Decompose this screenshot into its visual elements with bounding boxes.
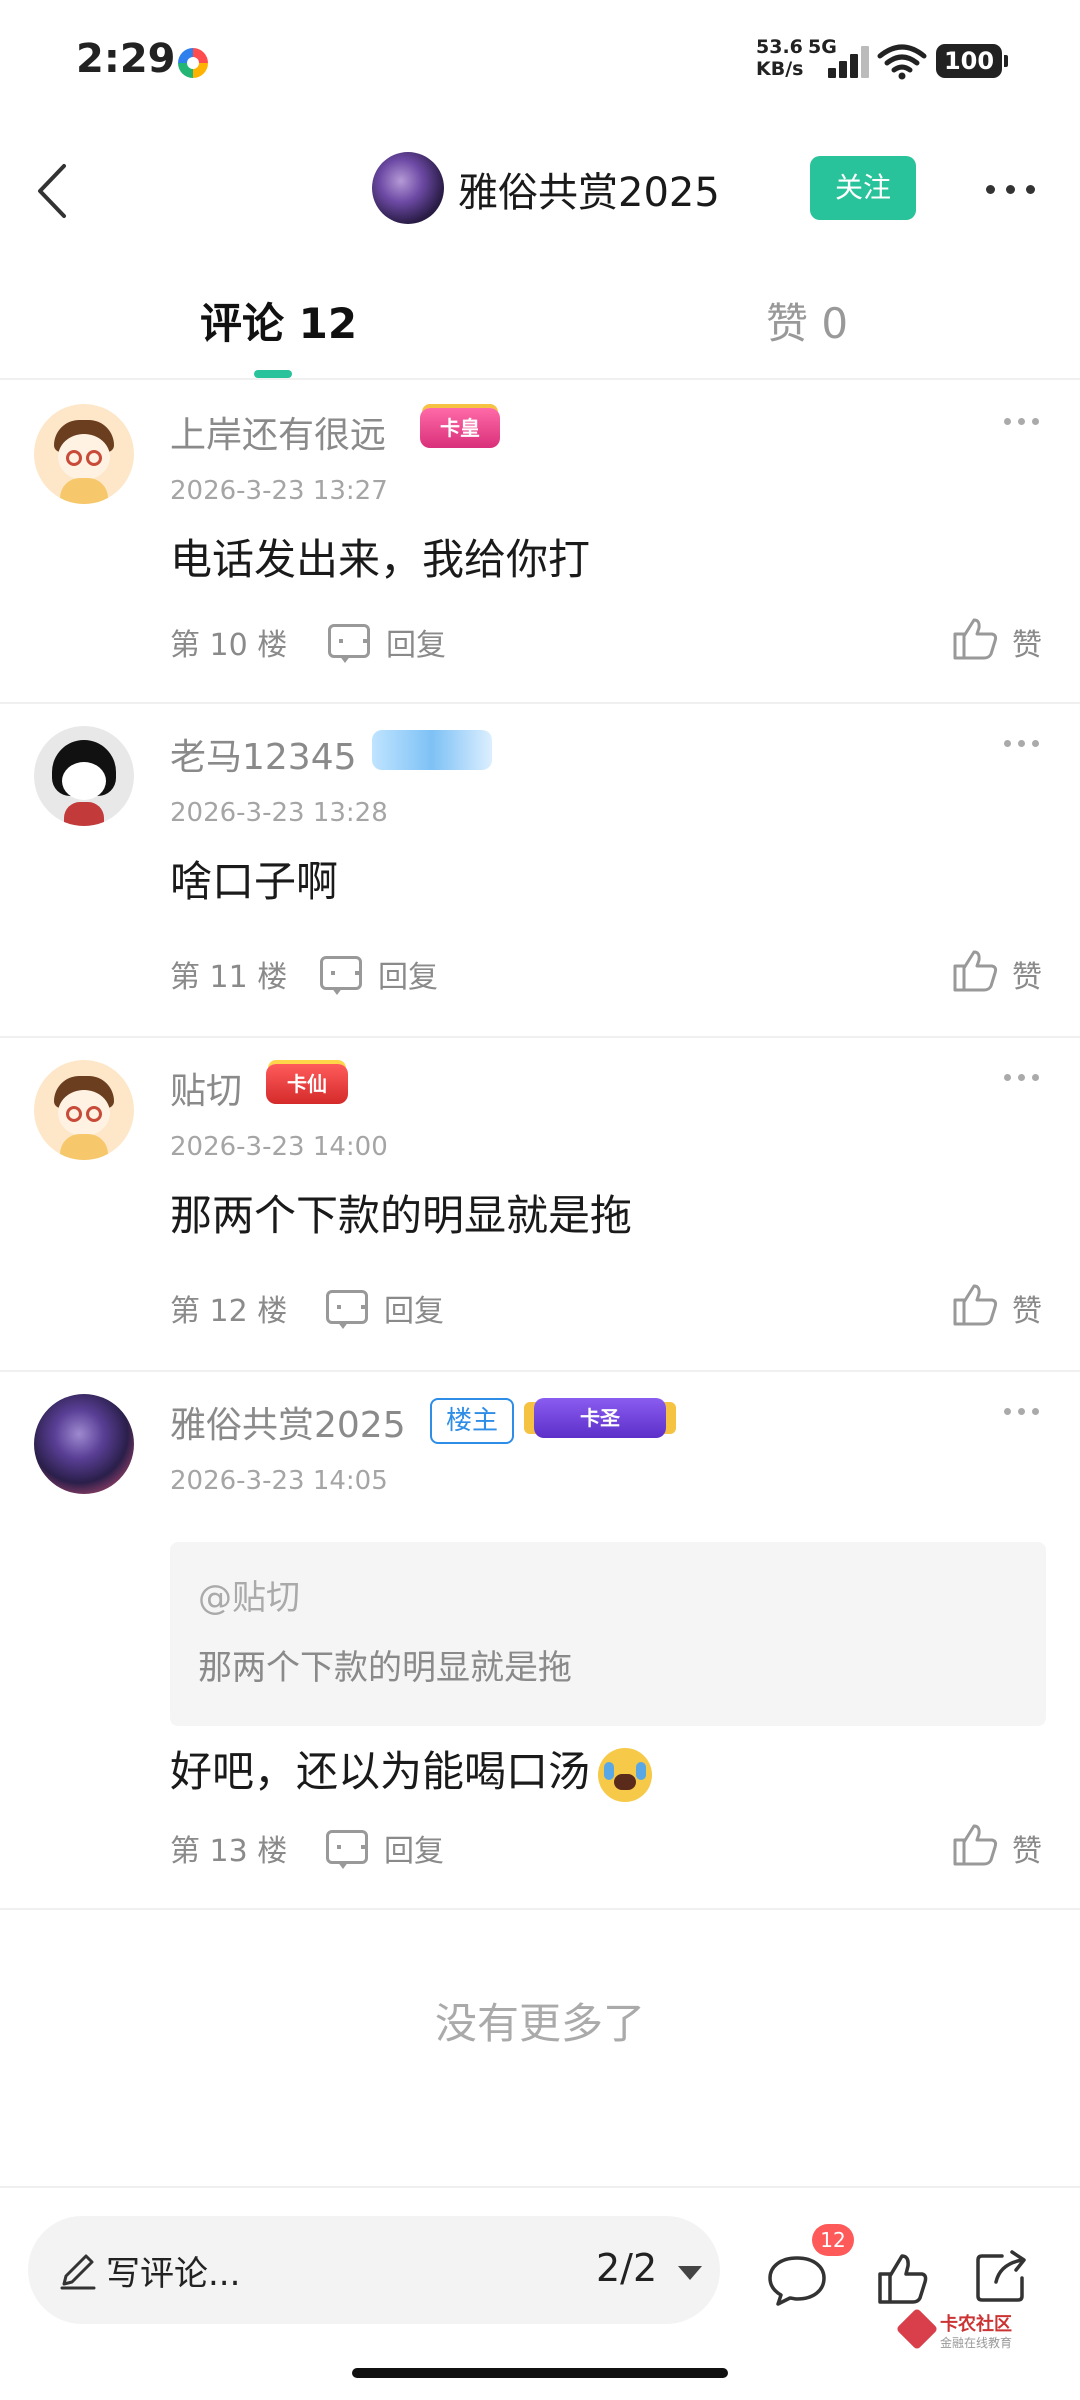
like-button[interactable]: 赞 xyxy=(1012,952,1042,996)
comment-item: 雅俗共赏2025 楼主 卡圣 2026-3-23 14:05 @贴切 那两个下款… xyxy=(0,1372,1080,1910)
rank-badge xyxy=(372,730,492,770)
comment-text: 电话发出来，我给你打 xyxy=(170,535,591,584)
reply-icon[interactable] xyxy=(326,1290,368,1329)
reply-icon[interactable] xyxy=(328,624,370,663)
user-avatar[interactable] xyxy=(34,404,134,504)
status-bar: 2:29 53.6 KB/s 5G 100 xyxy=(0,0,1080,130)
floor-number: 第 12 楼 xyxy=(170,1294,288,1329)
status-time: 2:29 xyxy=(76,36,176,82)
thumbs-up-icon[interactable] xyxy=(952,1822,998,1866)
quoted-username[interactable]: @贴切 xyxy=(198,1570,300,1619)
signal-icon xyxy=(824,42,874,78)
user-avatar[interactable] xyxy=(34,1060,134,1160)
comment-item: 老马12345 2026-3-23 13:28 啥口子啊 第 11 楼 回复 赞 xyxy=(0,704,1080,1038)
reply-button[interactable]: 回复 xyxy=(384,1826,444,1870)
comment-text-wrap: 好吧，还以为能喝口汤 xyxy=(170,1738,653,1802)
watermark-subtitle: 金融在线教育 xyxy=(940,2336,1013,2350)
comment-username[interactable]: 雅俗共赏2025 xyxy=(170,1396,406,1448)
thumbs-up-icon[interactable] xyxy=(876,2252,928,2306)
comment-text: 那两个下款的明显就是拖 xyxy=(170,1191,633,1240)
net-speed-unit: KB/s xyxy=(756,58,804,80)
comment-username[interactable]: 贴切 xyxy=(170,1062,242,1114)
caret-down-icon[interactable] xyxy=(678,2266,702,2280)
more-options-icon[interactable] xyxy=(984,170,1040,210)
thumbs-up-icon[interactable] xyxy=(952,1282,998,1326)
comment-time: 2026-3-23 14:05 xyxy=(170,1466,388,1496)
comment-count-badge: 12 xyxy=(812,2224,854,2256)
user-avatar[interactable] xyxy=(34,726,134,826)
battery-indicator: 100 xyxy=(936,44,1008,78)
comment-input[interactable]: 写评论... 2/2 xyxy=(28,2216,720,2324)
like-button[interactable]: 赞 xyxy=(1012,1286,1042,1330)
comment-more-icon[interactable] xyxy=(1004,1068,1040,1088)
reply-button[interactable]: 回复 xyxy=(386,620,446,664)
tab-comments[interactable]: 评论 12 xyxy=(200,290,357,351)
comment-username[interactable]: 老马12345 xyxy=(170,728,357,780)
like-button[interactable]: 赞 xyxy=(1012,620,1042,664)
reply-button[interactable]: 回复 xyxy=(384,1286,444,1330)
thumbs-up-icon[interactable] xyxy=(952,948,998,992)
user-avatar[interactable] xyxy=(34,1394,134,1494)
share-icon[interactable] xyxy=(972,2248,1030,2306)
app-notification-icon xyxy=(178,48,208,78)
like-button[interactable]: 赞 xyxy=(1012,1826,1042,1870)
net-speed-value: 53.6 xyxy=(756,36,803,58)
tab-likes[interactable]: 赞 0 xyxy=(766,290,848,351)
comment-time: 2026-3-23 13:27 xyxy=(170,476,388,506)
comment-more-icon[interactable] xyxy=(1004,412,1040,432)
page-indicator[interactable]: 2/2 xyxy=(596,2246,657,2290)
comment-time: 2026-3-23 14:00 xyxy=(170,1132,388,1162)
rank-badge: 卡仙 xyxy=(266,1064,348,1104)
crying-emoji-icon xyxy=(598,1747,653,1802)
quoted-text: 那两个下款的明显就是拖 xyxy=(198,1648,572,1688)
reply-icon[interactable] xyxy=(326,1830,368,1869)
home-indicator[interactable] xyxy=(352,2368,728,2378)
net-speed: 53.6 KB/s xyxy=(756,36,803,80)
top-nav-bar: 雅俗共赏2025 关注 xyxy=(0,130,1080,250)
follow-button[interactable]: 关注 xyxy=(810,156,916,220)
bottom-action-bar: 写评论... 2/2 12 卡农社区 金融在线教育 xyxy=(0,2186,1080,2400)
comment-text: 啥口子啊 xyxy=(170,857,339,906)
pen-icon xyxy=(60,2254,96,2290)
floor-number: 第 13 楼 xyxy=(170,1834,288,1869)
end-of-list-text: 没有更多了 xyxy=(434,1999,645,2048)
comment-more-icon[interactable] xyxy=(1004,734,1040,754)
comment-icon[interactable] xyxy=(766,2254,828,2308)
comment-username[interactable]: 上岸还有很远 xyxy=(170,406,386,458)
page-title[interactable]: 雅俗共赏2025 xyxy=(458,160,720,218)
thumbs-up-icon[interactable] xyxy=(952,616,998,660)
owner-badge: 楼主 xyxy=(430,1398,514,1444)
floor-number: 第 11 楼 xyxy=(170,960,288,995)
comment-input-placeholder[interactable]: 写评论... xyxy=(106,2246,240,2295)
reply-button[interactable]: 回复 xyxy=(378,952,438,996)
author-avatar[interactable] xyxy=(372,152,444,224)
rank-badge: 卡圣 xyxy=(534,1398,666,1438)
comment-more-icon[interactable] xyxy=(1004,1402,1040,1422)
comment-time: 2026-3-23 13:28 xyxy=(170,798,388,828)
watermark-logo-icon xyxy=(895,2307,939,2351)
comment-text: 好吧，还以为能喝口汤 xyxy=(170,1747,591,1796)
watermark-logo: 卡农社区 金融在线教育 xyxy=(895,2307,1032,2354)
watermark-title: 卡农社区 xyxy=(940,2314,1012,2335)
tab-bar: 评论 12 赞 0 xyxy=(0,260,1080,380)
rank-badge: 卡皇 xyxy=(420,408,500,448)
quoted-comment[interactable]: @贴切 那两个下款的明显就是拖 xyxy=(170,1542,1046,1726)
back-arrow-icon[interactable] xyxy=(24,156,84,226)
wifi-icon xyxy=(877,44,927,80)
comment-item: 贴切 卡仙 2026-3-23 14:00 那两个下款的明显就是拖 第 12 楼… xyxy=(0,1038,1080,1372)
floor-number: 第 10 楼 xyxy=(170,628,288,663)
tab-active-indicator xyxy=(254,370,292,378)
reply-icon[interactable] xyxy=(320,956,362,995)
comment-item: 上岸还有很远 卡皇 2026-3-23 13:27 电话发出来，我给你打 第 1… xyxy=(0,382,1080,704)
